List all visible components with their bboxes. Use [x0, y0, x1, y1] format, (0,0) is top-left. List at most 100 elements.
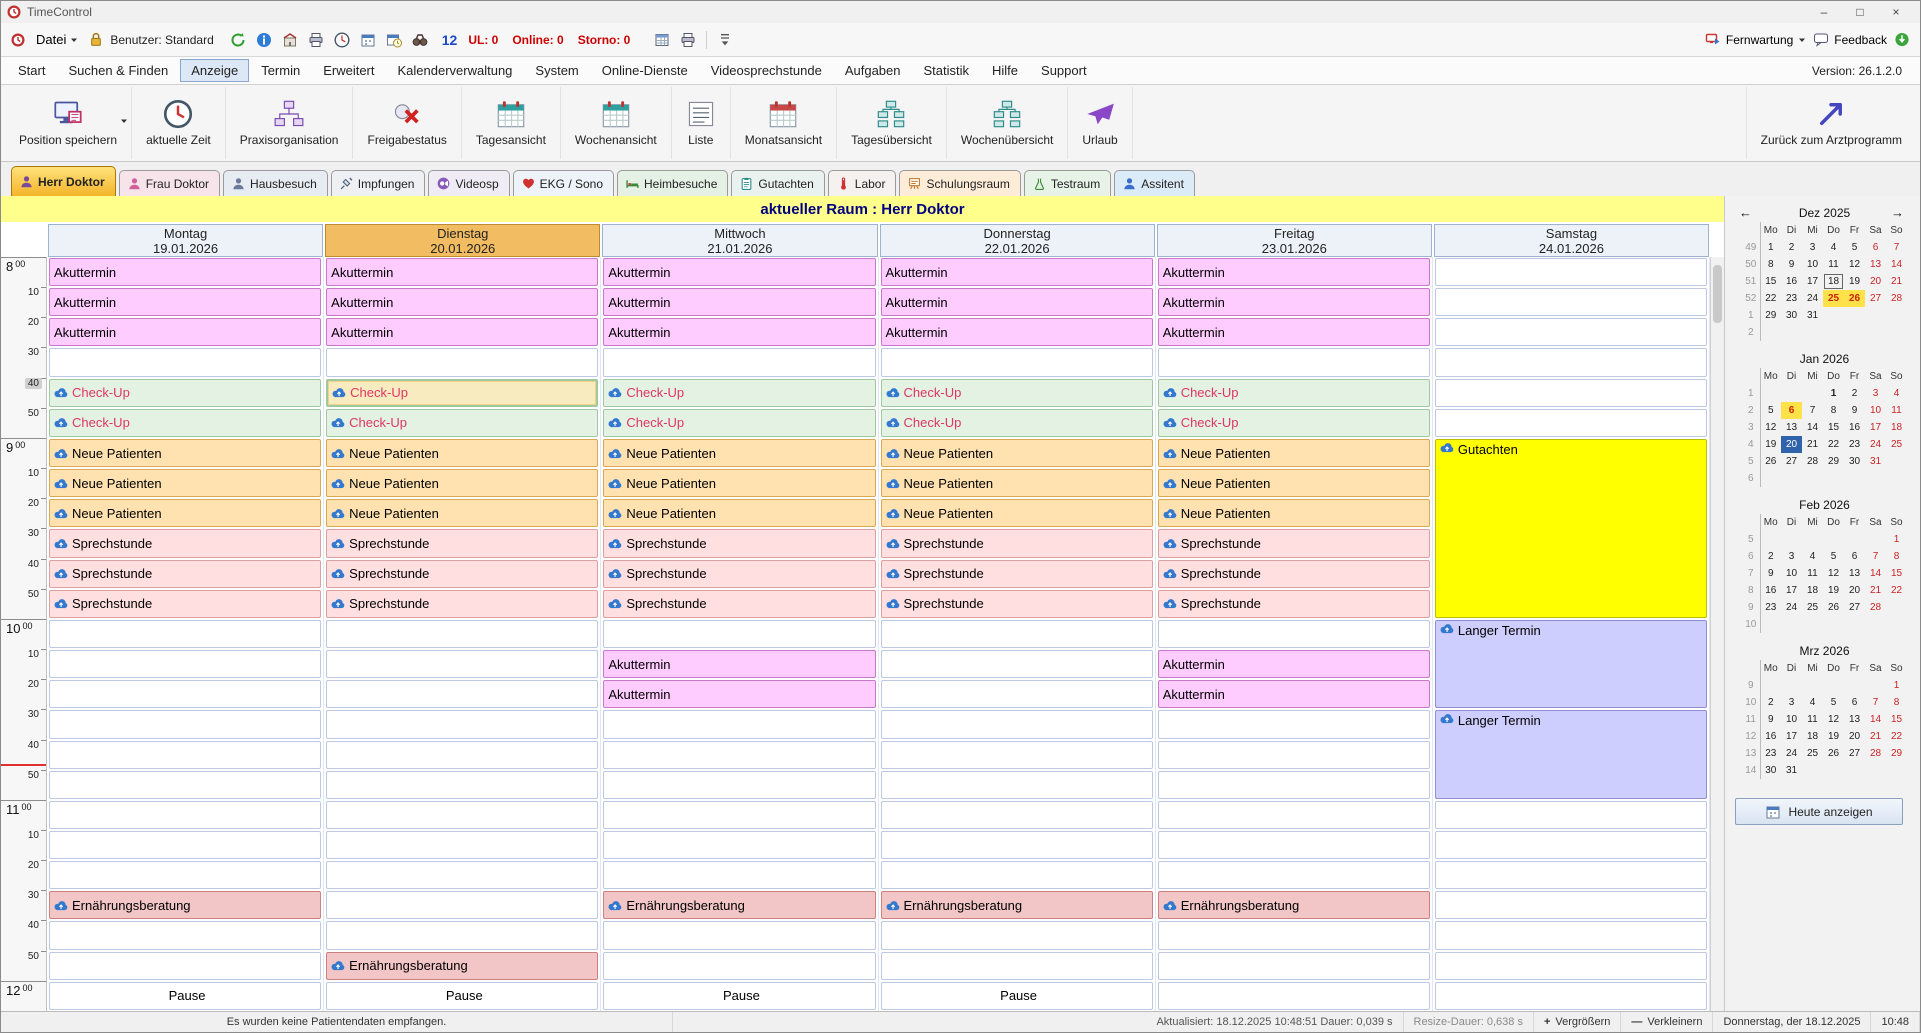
appointment-neue[interactable]: Neue Patienten [49, 469, 321, 497]
appointment-pause[interactable]: Pause [881, 982, 1153, 1010]
mini-calendar-day[interactable]: 2 [1760, 548, 1781, 565]
info-icon-button[interactable] [253, 29, 275, 51]
mini-calendar-day[interactable]: 27 [1781, 453, 1802, 470]
close-button[interactable]: × [1878, 1, 1914, 23]
empty-slot[interactable] [603, 348, 875, 376]
mini-calendar-day[interactable]: 26 [1823, 599, 1844, 616]
mini-calendar-day[interactable]: 8 [1886, 548, 1907, 565]
refresh-icon-button[interactable] [227, 29, 249, 51]
appointment-neue[interactable]: Neue Patienten [603, 499, 875, 527]
empty-slot[interactable] [49, 741, 321, 769]
mini-calendar-day[interactable]: 13 [1844, 711, 1865, 728]
appointment-ernaehrung[interactable]: Ernährungsberatung [881, 891, 1153, 919]
room-tab-videosp[interactable]: Videosp [428, 170, 509, 196]
day-header-montag[interactable]: Montag19.01.2026 [48, 224, 323, 257]
appointment-sprechstunde[interactable]: Sprechstunde [49, 529, 321, 557]
empty-slot[interactable] [49, 680, 321, 708]
appointment-langer[interactable]: Langer Termin [1435, 710, 1707, 798]
mini-calendar-day[interactable]: 7 [1886, 239, 1907, 256]
empty-slot[interactable] [1435, 409, 1707, 437]
mini-calendar-day[interactable]: 5 [1844, 239, 1865, 256]
menu-item-online-dienste[interactable]: Online-Dienste [591, 59, 699, 82]
day-header-freitag[interactable]: Freitag23.01.2026 [1157, 224, 1432, 257]
menu-item-anzeige[interactable]: Anzeige [180, 59, 249, 82]
mini-calendar-day[interactable]: 28 [1865, 745, 1886, 762]
empty-slot[interactable] [1158, 861, 1430, 889]
empty-slot[interactable] [1435, 982, 1707, 1010]
vertical-scrollbar[interactable] [1710, 257, 1724, 1011]
appointment-akuttermin[interactable]: Akuttermin [326, 258, 598, 286]
mini-calendar-day[interactable]: 17 [1781, 582, 1802, 599]
empty-slot[interactable] [49, 650, 321, 678]
mini-calendar-day[interactable]: 13 [1781, 419, 1802, 436]
mini-calendar-day[interactable]: 5 [1823, 548, 1844, 565]
mini-calendar-day[interactable]: 15 [1823, 419, 1844, 436]
menu-item-system[interactable]: System [524, 59, 589, 82]
next-month-arrow-icon[interactable]: → [1891, 205, 1904, 220]
empty-slot[interactable] [1158, 710, 1430, 738]
mini-calendar-day[interactable]: 3 [1802, 239, 1823, 256]
mini-calendar-day[interactable]: 30 [1781, 307, 1802, 324]
mini-calendar-day[interactable]: 22 [1823, 436, 1844, 453]
empty-slot[interactable] [1158, 982, 1430, 1010]
empty-slot[interactable] [326, 891, 598, 919]
appointment-akuttermin[interactable]: Akuttermin [603, 288, 875, 316]
appointment-akuttermin[interactable]: Akuttermin [49, 318, 321, 346]
mini-calendar-day[interactable]: 30 [1760, 762, 1781, 779]
empty-slot[interactable] [326, 680, 598, 708]
print-icon-button[interactable] [677, 29, 699, 51]
empty-slot[interactable] [603, 620, 875, 648]
appointment-sprechstunde[interactable]: Sprechstunde [326, 529, 598, 557]
mini-calendar-day[interactable]: 4 [1823, 239, 1844, 256]
appointment-akuttermin[interactable]: Akuttermin [49, 288, 321, 316]
mini-calendar-day[interactable]: 20 [1844, 582, 1865, 599]
menu-item-videosprechstunde[interactable]: Videosprechstunde [700, 59, 833, 82]
ribbon-aktuelle-zeit-button[interactable]: aktuelle Zeit [132, 87, 226, 159]
mini-calendar-day[interactable]: 19 [1823, 582, 1844, 599]
room-tab-gutachten[interactable]: Gutachten [731, 170, 824, 196]
empty-slot[interactable] [326, 348, 598, 376]
room-tab-assitent[interactable]: Assitent [1114, 170, 1195, 196]
mini-calendar-day[interactable]: 25 [1886, 436, 1907, 453]
appointment-sprechstunde[interactable]: Sprechstunde [881, 560, 1153, 588]
clinic-icon-button[interactable] [279, 29, 301, 51]
empty-slot[interactable] [49, 771, 321, 799]
mini-calendar-day[interactable]: 21 [1865, 728, 1886, 745]
appointment-akuttermin[interactable]: Akuttermin [881, 318, 1153, 346]
mini-calendar-day[interactable]: 12 [1760, 419, 1781, 436]
mini-calendar-day[interactable]: 1 [1886, 677, 1907, 694]
mini-calendar-day[interactable]: 21 [1886, 273, 1907, 290]
mini-calendar-day[interactable]: 14 [1865, 565, 1886, 582]
ribbon-urlaub-button[interactable]: Urlaub [1068, 87, 1132, 159]
mini-calendar-day[interactable]: 7 [1865, 694, 1886, 711]
mini-calendar-day[interactable]: 14 [1886, 256, 1907, 273]
appointment-akuttermin[interactable]: Akuttermin [326, 288, 598, 316]
menu-item-support[interactable]: Support [1030, 59, 1098, 82]
mini-calendar-day[interactable]: 28 [1865, 599, 1886, 616]
mini-calendar-day[interactable]: 12 [1844, 256, 1865, 273]
mini-calendar-day[interactable]: 1 [1886, 531, 1907, 548]
appointment-pause[interactable]: Pause [326, 982, 598, 1010]
mini-calendar-day[interactable]: 16 [1844, 419, 1865, 436]
empty-slot[interactable] [603, 921, 875, 949]
ribbon-freigabestatus-button[interactable]: Freigabestatus [353, 87, 461, 159]
zoom-out-button[interactable]: — Verkleinern [1621, 1012, 1713, 1032]
mini-calendar-day[interactable]: 8 [1760, 256, 1781, 273]
appointment-neue[interactable]: Neue Patienten [1158, 499, 1430, 527]
empty-slot[interactable] [326, 620, 598, 648]
day-header-mittwoch[interactable]: Mittwoch21.01.2026 [602, 224, 877, 257]
appointment-neue[interactable]: Neue Patienten [603, 439, 875, 467]
empty-slot[interactable] [603, 801, 875, 829]
empty-slot[interactable] [49, 801, 321, 829]
mini-calendar-day[interactable]: 19 [1760, 436, 1781, 453]
mini-calendar-day[interactable]: 13 [1844, 565, 1865, 582]
day-header-dienstag[interactable]: Dienstag20.01.2026 [325, 224, 600, 257]
appointment-neue[interactable]: Neue Patienten [881, 439, 1153, 467]
mini-calendar-day[interactable]: 27 [1844, 599, 1865, 616]
mini-calendar-day[interactable]: 31 [1781, 762, 1802, 779]
mini-calendar-day[interactable]: 23 [1760, 599, 1781, 616]
mini-calendar-day[interactable]: 10 [1781, 565, 1802, 582]
ribbon-position-speichern-button[interactable]: Position speichern [5, 87, 132, 159]
mini-calendar-day[interactable]: 10 [1865, 402, 1886, 419]
maximize-button[interactable]: □ [1842, 1, 1878, 23]
